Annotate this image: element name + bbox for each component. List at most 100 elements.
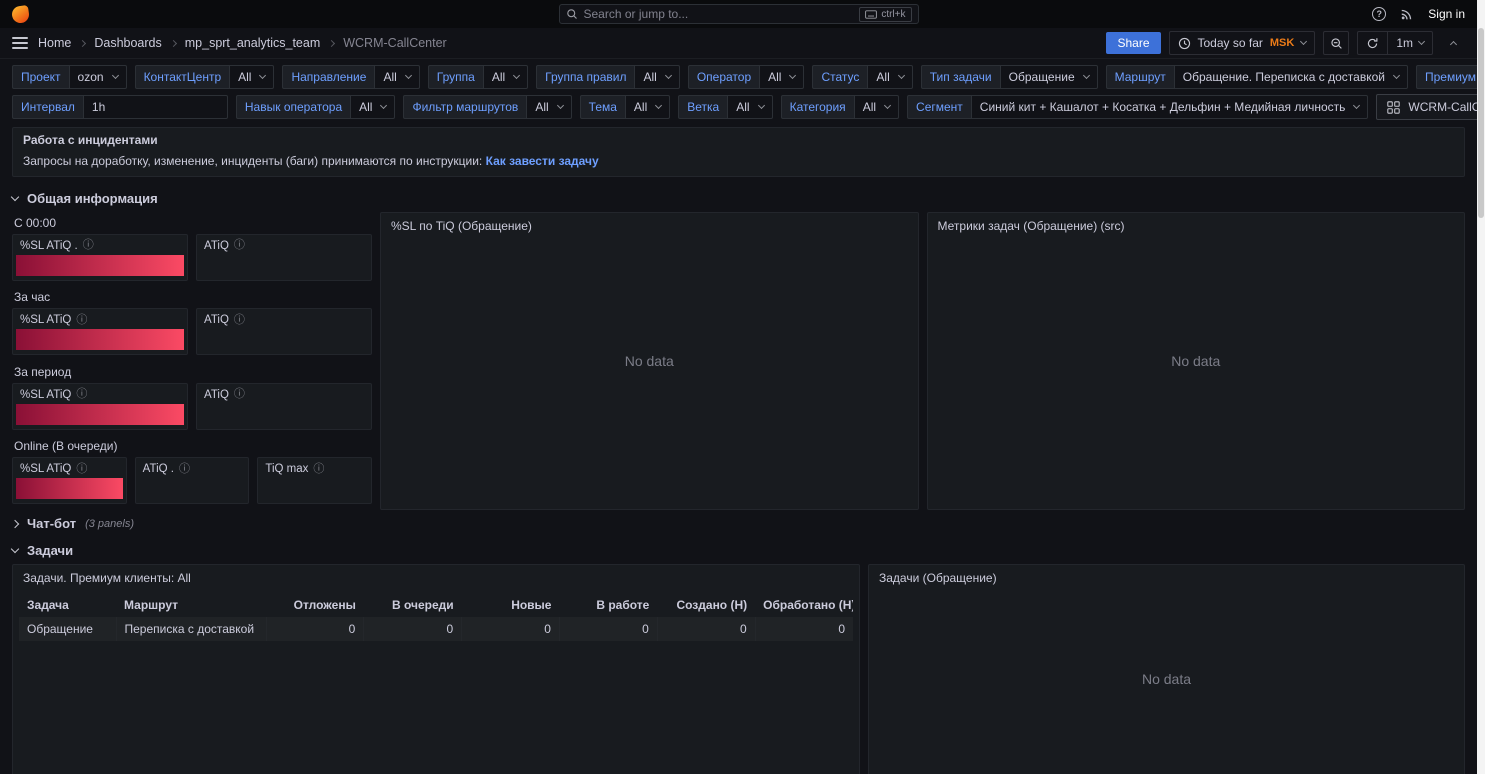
stat-row-since-midnight: %SL ATiQ . ⓘ ATiQ ⓘ [12, 233, 372, 281]
apps-grid-icon [1387, 100, 1401, 114]
time-range-picker[interactable]: Today so far MSK [1168, 31, 1316, 55]
refresh-button[interactable] [1358, 32, 1387, 54]
share-button[interactable]: Share [1106, 32, 1161, 54]
stat-panel-atiq-online[interactable]: ATiQ . ⓘ [134, 457, 250, 504]
collapse-controls-button[interactable] [1441, 31, 1465, 55]
menu-hamburger-icon[interactable] [12, 37, 28, 49]
tasks-chart-panel[interactable]: Задачи (Обращение) No data [868, 564, 1465, 774]
breadcrumb-dashboards[interactable]: Dashboards [94, 36, 161, 50]
stat-panel-sl-atiq-today[interactable]: %SL ATiQ . ⓘ [12, 233, 188, 281]
scrollbar-thumb[interactable] [1478, 28, 1484, 218]
search-input[interactable] [583, 7, 854, 21]
stat-panel-tiq-max-online[interactable]: TiQ max ⓘ [257, 457, 372, 504]
help-icon[interactable]: ? [1372, 7, 1387, 21]
refresh-interval-dropdown[interactable]: 1m [1387, 32, 1432, 54]
row-header-chatbot[interactable]: Чат-бот (3 panels) [0, 510, 1477, 537]
variable-task-type-dropdown[interactable]: Обращение [999, 65, 1098, 89]
info-icon[interactable]: ⓘ [76, 463, 87, 475]
stat-panel-atiq-hour[interactable]: ATiQ ⓘ [196, 308, 372, 355]
variable-topic-dropdown[interactable]: All [624, 95, 671, 119]
panel-title[interactable]: Задачи. Премиум клиенты: All [13, 565, 859, 591]
info-icon[interactable]: ⓘ [83, 240, 94, 251]
no-data-message: No data [1141, 671, 1192, 687]
sign-in-button[interactable]: Sign in [1428, 7, 1465, 21]
dashboard-variables: Проект ozon КонтактЦентр All Направление… [0, 59, 1477, 124]
variable-route-filter-dropdown[interactable]: All [526, 95, 572, 119]
variable-contact-center: КонтактЦентр All [134, 65, 275, 89]
stat-panel-sl-atiq-hour[interactable]: %SL ATiQ ⓘ [12, 308, 188, 355]
variable-task-type: Тип задачи Обращение [920, 65, 1098, 89]
variable-project-dropdown[interactable]: ozon [68, 65, 127, 89]
section-label-online-queue: Online (В очереди) [14, 439, 118, 454]
variable-topic-label: Тема [579, 95, 625, 119]
chevron-down-icon [655, 101, 663, 110]
keyboard-icon [865, 9, 878, 19]
variable-group-dropdown[interactable]: All [482, 65, 529, 89]
breadcrumb-team[interactable]: mp_sprt_analytics_team [185, 36, 320, 50]
chevron-down-icon [10, 544, 20, 554]
col-header-created[interactable]: Создано (Н) [657, 593, 755, 617]
info-icon[interactable]: ⓘ [234, 240, 245, 251]
variable-status-label: Статус [812, 65, 868, 89]
col-header-task[interactable]: Задача [19, 593, 116, 617]
info-icon[interactable]: ⓘ [313, 463, 324, 475]
row-header-general-info[interactable]: Общая информация [0, 185, 1477, 212]
gauge-bar [16, 329, 184, 350]
cell-in-progress: 0 [559, 617, 658, 641]
top-bar: ctrl+k ? Sign in [0, 0, 1477, 28]
create-task-link[interactable]: Как завести задачу [486, 154, 599, 168]
cell-new: 0 [461, 617, 560, 641]
news-rss-icon[interactable] [1400, 7, 1414, 21]
stat-panel-sl-atiq-online[interactable]: %SL ATiQ ⓘ [12, 457, 127, 504]
search-bar[interactable]: ctrl+k [558, 4, 919, 24]
marketplace-dashboard-link[interactable]: WCRM-CallCenter-Marketplace [1376, 94, 1477, 120]
keyboard-shortcut-badge: ctrl+k [859, 6, 912, 22]
panel-title[interactable]: %SL по TiQ (Обращение) [381, 213, 918, 239]
variable-contact-center-dropdown[interactable]: All [229, 65, 275, 89]
variable-branch-dropdown[interactable]: All [727, 95, 773, 119]
row-header-tasks[interactable]: Задачи [0, 537, 1477, 564]
chevron-down-icon [897, 71, 905, 80]
info-icon[interactable]: ⓘ [179, 463, 190, 475]
stat-panel-atiq-period[interactable]: ATiQ ⓘ [196, 382, 372, 430]
col-header-in-progress[interactable]: В работе [559, 593, 657, 617]
col-header-postponed[interactable]: Отложены [266, 593, 364, 617]
variable-category-dropdown[interactable]: All [853, 95, 900, 119]
col-header-processed[interactable]: Обработано (Н) [755, 593, 853, 617]
variable-direction-dropdown[interactable]: All [374, 65, 420, 89]
stat-panel-title: ATiQ . [142, 463, 174, 476]
col-header-route[interactable]: Маршрут [116, 593, 266, 617]
info-icon[interactable]: ⓘ [234, 314, 245, 326]
variable-interval-input[interactable] [82, 95, 228, 119]
breadcrumb-home[interactable]: Home [38, 36, 71, 50]
info-icon[interactable]: ⓘ [234, 389, 245, 400]
variable-route-dropdown[interactable]: Обращение. Переписка с доставкой [1173, 65, 1408, 89]
task-metrics-chart-panel[interactable]: Метрики задач (Обращение) (src) No data [926, 212, 1465, 510]
variable-route-filter-label: Фильтр маршрутов [403, 95, 527, 119]
variable-premium-clients: Премиум клиенты All [1415, 65, 1477, 89]
row-title: Чат-бот [27, 516, 77, 531]
chevron-right-icon [328, 39, 336, 47]
panel-title[interactable]: Метрики задач (Обращение) (src) [928, 213, 1465, 239]
stat-panel-atiq-today[interactable]: ATiQ ⓘ [196, 233, 372, 281]
variable-segment-dropdown[interactable]: Синий кит + Кашалот + Косатка + Дельфин … [970, 95, 1369, 119]
zoom-out-button[interactable] [1323, 31, 1350, 55]
variable-branch-label: Ветка [678, 95, 728, 119]
variable-operator-skill-dropdown[interactable]: All [350, 95, 396, 119]
stat-panel-title: ATiQ [204, 239, 229, 252]
variable-rule-group-dropdown[interactable]: All [634, 65, 680, 89]
table-header-row: Задача Маршрут Отложены В очереди Новые … [19, 593, 853, 617]
sl-tiq-chart-panel[interactable]: %SL по TiQ (Обращение) No data [380, 212, 919, 510]
info-icon[interactable]: ⓘ [76, 314, 87, 326]
variable-operator-dropdown[interactable]: All [759, 65, 805, 89]
grafana-logo-icon[interactable] [10, 4, 31, 24]
variable-contact-center-label: КонтактЦентр [134, 65, 230, 89]
panel-title[interactable]: Задачи (Обращение) [869, 565, 1464, 591]
variable-status-dropdown[interactable]: All [867, 65, 913, 89]
stat-panel-sl-atiq-period[interactable]: %SL ATiQ ⓘ [12, 382, 188, 430]
topbar-right: ? Sign in [1372, 7, 1465, 21]
col-header-in-queue[interactable]: В очереди [364, 593, 462, 617]
col-header-new[interactable]: Новые [462, 593, 560, 617]
scrollbar[interactable] [1477, 0, 1485, 774]
info-icon[interactable]: ⓘ [76, 389, 87, 400]
